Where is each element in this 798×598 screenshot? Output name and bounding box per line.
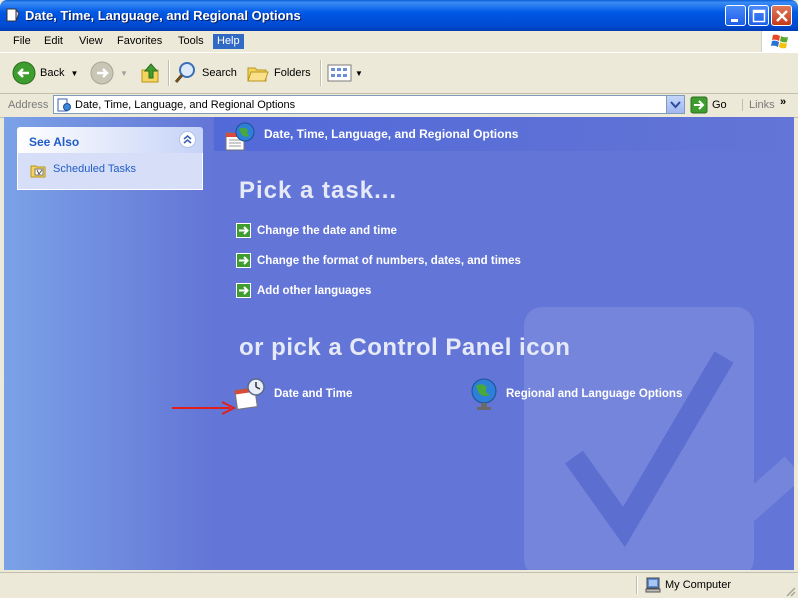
category-pane: Date, Time, Language, and Regional Optio… [214, 117, 794, 570]
menu-help[interactable]: Help [213, 34, 244, 49]
menu-favorites[interactable]: Favorites [113, 34, 166, 49]
chevron-up-double-icon [183, 134, 192, 144]
standard-toolbar: Back ▼ ▼ Search Folders ▼ [0, 53, 798, 94]
date-time-icon [234, 378, 265, 410]
chevron-down-icon [670, 101, 681, 109]
links-chevron-icon[interactable]: » [780, 96, 786, 108]
windows-logo [761, 31, 798, 52]
maximize-icon [752, 9, 766, 23]
see-also-body: Scheduled Tasks [17, 153, 203, 190]
control-panel-icon [6, 8, 20, 22]
task-change-date-time[interactable]: Change the date and time [236, 223, 397, 238]
category-header: Date, Time, Language, and Regional Optio… [214, 117, 794, 151]
see-also-header[interactable]: See Also [17, 127, 203, 153]
back-arrow-icon [12, 61, 36, 85]
views-button[interactable]: ▼ [327, 59, 363, 87]
task-label: Change the date and time [257, 224, 397, 237]
task-change-number-format[interactable]: Change the format of numbers, dates, and… [236, 253, 521, 268]
toolbar-separator [320, 60, 322, 86]
go-label: Go [712, 98, 727, 111]
see-also-title: See Also [29, 135, 80, 149]
minimize-button[interactable] [725, 5, 746, 26]
address-dropdown-button[interactable] [666, 96, 684, 113]
views-icon [327, 64, 352, 82]
back-dropdown-icon[interactable]: ▼ [70, 69, 78, 78]
title-bar[interactable]: Date, Time, Language, and Regional Optio… [0, 0, 798, 31]
status-zone-label: My Computer [665, 579, 732, 591]
address-value: Date, Time, Language, and Regional Optio… [75, 99, 296, 111]
green-arrow-icon [236, 283, 251, 298]
address-bar: Address Date, Time, Language, and Region… [0, 94, 798, 118]
go-arrow-icon [690, 96, 708, 113]
menu-view[interactable]: View [75, 34, 107, 49]
see-also-panel: See Also Scheduled Tasks [17, 127, 203, 190]
date-language-globe-icon [225, 122, 255, 151]
cp-icon-label: Regional and Language Options [506, 388, 683, 400]
address-input[interactable]: Date, Time, Language, and Regional Optio… [53, 95, 685, 114]
maximize-button[interactable] [748, 5, 769, 26]
windows-flag-icon [771, 34, 788, 49]
minimize-icon [731, 19, 738, 22]
task-label: Add other languages [257, 284, 372, 297]
status-separator [636, 576, 638, 594]
forward-arrow-icon [90, 61, 114, 85]
folders-icon [247, 67, 269, 82]
folders-label: Folders [274, 67, 311, 79]
menu-bar: File Edit View Favorites Tools Help [0, 31, 798, 53]
content-area: See Also Scheduled Tasks Date, Time, Lan… [4, 117, 794, 570]
close-icon [776, 10, 788, 22]
up-folder-button[interactable] [140, 59, 162, 87]
task-add-languages[interactable]: Add other languages [236, 283, 371, 298]
control-panel-icon [57, 98, 71, 112]
search-button[interactable]: Search [174, 59, 237, 87]
scheduled-tasks-icon [30, 165, 46, 178]
cp-icon-label: Date and Time [274, 388, 353, 400]
back-button[interactable]: Back ▼ [12, 59, 78, 87]
scheduled-tasks-link[interactable]: Scheduled Tasks [53, 163, 136, 175]
links-label[interactable]: Links [742, 99, 775, 111]
toolbar-separator [168, 60, 170, 86]
globe-icon [471, 378, 497, 410]
window-title: Date, Time, Language, and Regional Optio… [25, 8, 301, 23]
address-label: Address [8, 99, 49, 111]
menu-edit[interactable]: Edit [40, 34, 67, 49]
close-button[interactable] [771, 5, 792, 26]
status-bar: My Computer [0, 572, 798, 598]
forward-dropdown-icon[interactable]: ▼ [120, 69, 128, 78]
back-label: Back [40, 67, 65, 79]
green-arrow-icon [236, 253, 251, 268]
menu-file[interactable]: File [9, 34, 35, 49]
explorer-window: Date, Time, Language, and Regional Optio… [0, 0, 798, 598]
up-folder-icon [141, 63, 159, 83]
go-button[interactable]: Go [690, 95, 727, 114]
pick-task-heading: Pick a task... [239, 177, 398, 204]
status-zone: My Computer [645, 577, 731, 593]
control-panel-icon-heading: or pick a Control Panel icon [239, 334, 571, 361]
cp-icon-date-time[interactable]: Date and Time [234, 377, 352, 411]
category-title: Date, Time, Language, and Regional Optio… [264, 127, 519, 141]
forward-button[interactable]: ▼ [90, 59, 128, 87]
green-arrow-icon [236, 223, 251, 238]
search-icon [174, 62, 195, 83]
cp-icon-regional-language[interactable]: Regional and Language Options [468, 377, 682, 411]
menu-tools[interactable]: Tools [174, 34, 208, 49]
my-computer-icon [645, 577, 661, 593]
search-label: Search [202, 67, 237, 79]
collapse-button[interactable] [179, 131, 196, 148]
task-label: Change the format of numbers, dates, and… [257, 254, 521, 267]
resize-grip-icon[interactable] [784, 585, 796, 597]
views-dropdown-icon[interactable]: ▼ [355, 69, 363, 78]
annotation-arrow-icon [172, 401, 236, 415]
task-pane: See Also Scheduled Tasks [4, 117, 214, 570]
folders-button[interactable]: Folders [246, 59, 311, 87]
